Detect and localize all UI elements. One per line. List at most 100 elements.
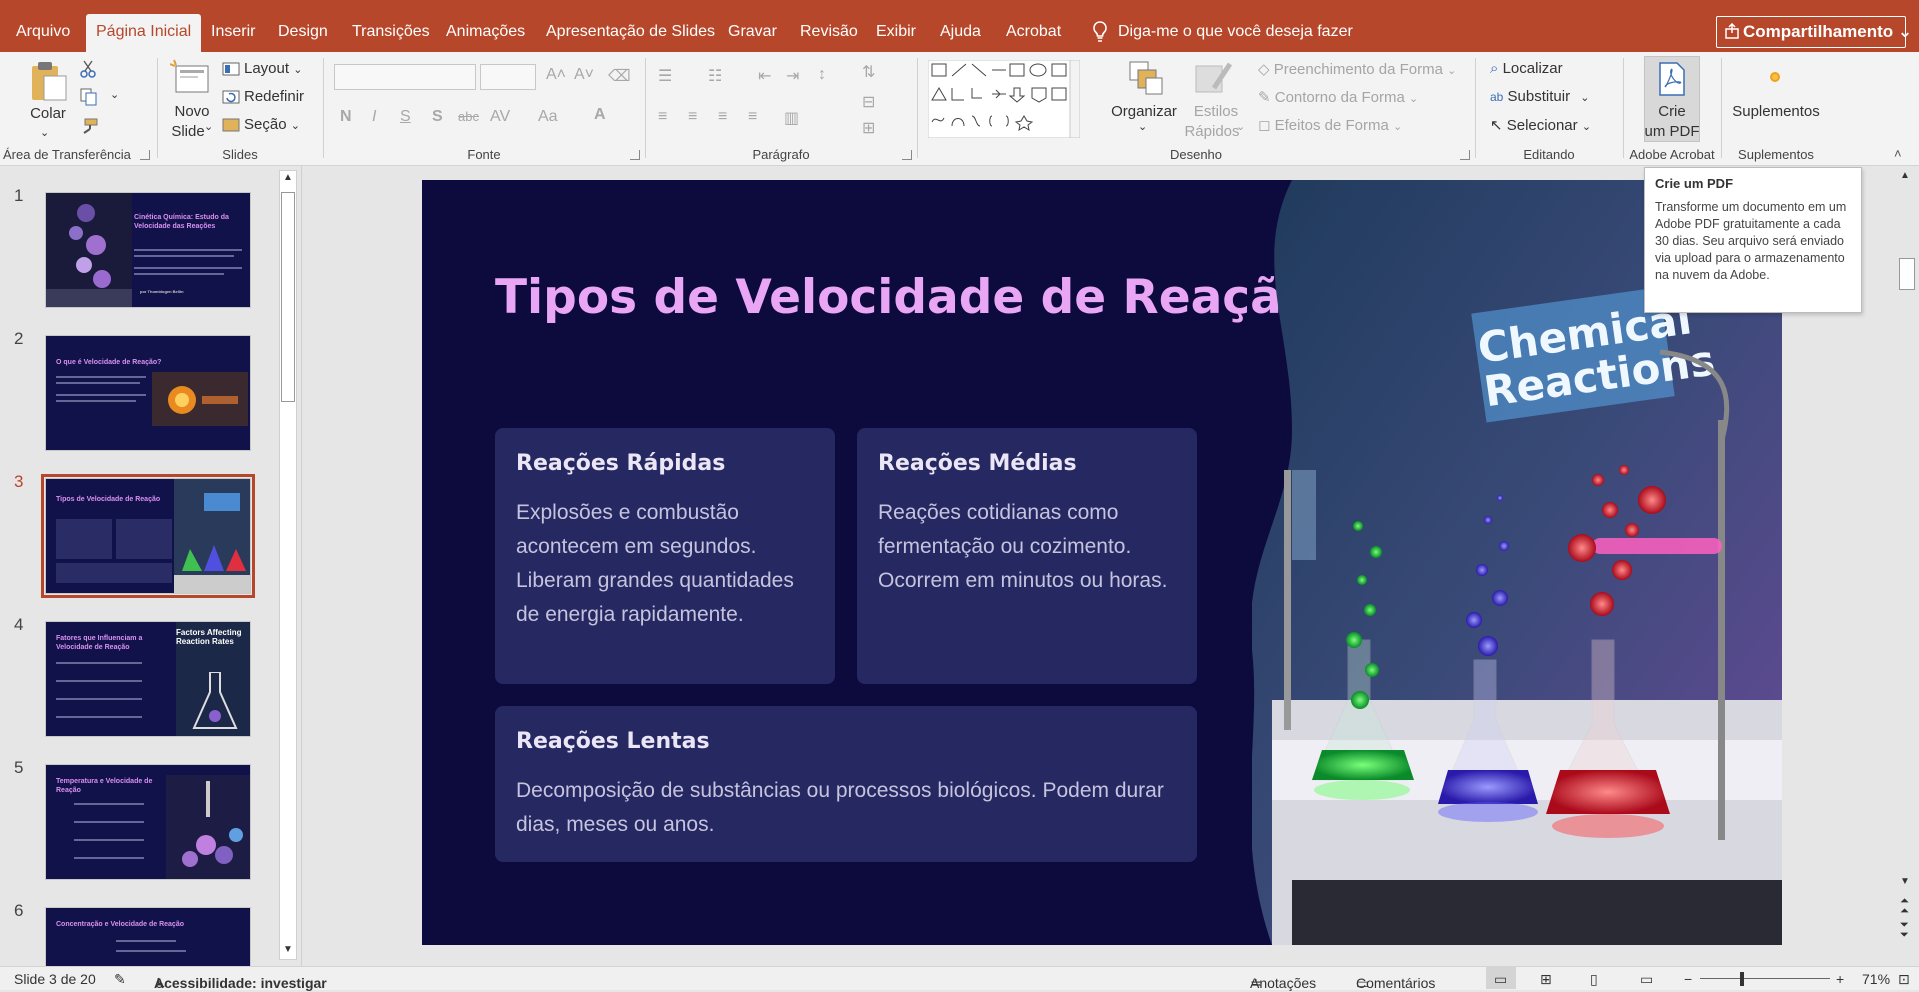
chevron-down-icon[interactable]: ⌄: [1236, 120, 1245, 133]
scroll-up-icon[interactable]: ▲: [283, 172, 293, 183]
next-slide-icon[interactable]: ⏷ ⏷: [1900, 920, 1909, 941]
spellcheck-icon[interactable]: ✎: [114, 971, 126, 988]
tab-arquivo[interactable]: Arquivo: [6, 16, 80, 52]
chevron-down-icon[interactable]: ⌄: [110, 88, 119, 101]
slide-sorter-icon[interactable]: ⊞: [1540, 971, 1552, 988]
text-direction-icon[interactable]: ⇅: [862, 62, 875, 82]
zoom-out-icon[interactable]: −: [1684, 971, 1692, 987]
chevron-down-icon[interactable]: ⌄: [1138, 120, 1147, 133]
clear-format-icon[interactable]: ⌫: [608, 66, 631, 86]
arrange-icon[interactable]: [1128, 60, 1164, 96]
underline-button[interactable]: S: [400, 108, 411, 126]
format-painter-icon[interactable]: [80, 118, 98, 134]
char-spacing-button[interactable]: AV: [490, 108, 510, 126]
strikethrough-button[interactable]: abc: [458, 109, 479, 124]
zoom-slider-thumb[interactable]: [1740, 972, 1744, 986]
paragraph-launcher[interactable]: [902, 150, 912, 160]
tab-exibir[interactable]: Exibir: [866, 16, 926, 52]
chevron-down-icon[interactable]: ⌄: [40, 126, 49, 139]
slide-canvas[interactable]: Tipos de Velocidade de Reação Reações Rá…: [422, 180, 1782, 945]
shadow-button[interactable]: S: [432, 108, 443, 126]
addins-button[interactable]: Suplementos: [1722, 102, 1830, 121]
chevron-down-icon[interactable]: ⌄: [204, 120, 213, 133]
tab-design[interactable]: Design: [268, 16, 338, 52]
font-family-select[interactable]: [334, 64, 476, 90]
italic-button[interactable]: I: [372, 108, 376, 126]
copy-icon[interactable]: [80, 88, 98, 106]
increase-font-icon[interactable]: A˄: [546, 66, 566, 84]
scroll-down-icon[interactable]: ▼: [283, 944, 293, 955]
addins-icon[interactable]: [1768, 70, 1782, 84]
scroll-up-icon[interactable]: ▲: [1900, 170, 1910, 181]
slideshow-icon[interactable]: ▭: [1640, 971, 1653, 988]
align-right-icon[interactable]: ≡: [718, 108, 727, 126]
tab-apresentacao[interactable]: Apresentação de Slides: [536, 16, 725, 52]
slide-title[interactable]: Tipos de Velocidade de Reação: [495, 270, 1314, 325]
smartart-icon[interactable]: ⊞: [862, 118, 875, 138]
justify-icon[interactable]: ≡: [748, 108, 757, 126]
font-size-select[interactable]: [480, 64, 536, 90]
shape-outline-button[interactable]: ✎ Contorno da Forma ⌄: [1258, 88, 1418, 106]
align-center-icon[interactable]: ≡: [688, 108, 697, 126]
font-launcher[interactable]: [630, 150, 640, 160]
new-slide-icon[interactable]: [170, 58, 210, 102]
cut-icon[interactable]: [80, 60, 96, 78]
tab-inserir[interactable]: Inserir: [201, 16, 265, 52]
share-button[interactable]: Compartilhamento ⌄: [1716, 16, 1912, 48]
reset-button[interactable]: Redefinir: [244, 88, 304, 105]
scroll-thumb[interactable]: [1899, 258, 1915, 290]
drawing-launcher[interactable]: [1460, 150, 1470, 160]
thumbnail-scrollbar[interactable]: ▲ ▼: [279, 170, 299, 960]
scroll-down-icon[interactable]: ▼: [1900, 876, 1910, 887]
section-button[interactable]: Seção ⌄: [244, 116, 300, 133]
bold-button[interactable]: N: [340, 108, 352, 126]
paste-icon[interactable]: [30, 60, 68, 102]
quick-styles-icon[interactable]: [1194, 60, 1234, 96]
slide-thumbnail-2[interactable]: O que é Velocidade de Reação?: [45, 335, 251, 451]
line-spacing-icon[interactable]: ↕: [818, 66, 826, 84]
slide-thumbnail-5[interactable]: Temperatura e Velocidade de Reação: [45, 764, 251, 880]
zoom-in-icon[interactable]: +: [1836, 971, 1844, 987]
slide-thumbnail-3[interactable]: Tipos de Velocidade de Reação: [41, 474, 255, 598]
slide-thumbnail-4[interactable]: Fatores que Influenciam a Velocidade de …: [45, 621, 251, 737]
align-text-icon[interactable]: ⊟: [862, 92, 875, 112]
tab-ajuda[interactable]: Ajuda: [930, 16, 991, 52]
decrease-font-icon[interactable]: A˅: [574, 66, 594, 84]
card-fast[interactable]: Reações Rápidas Explosões e combustão ac…: [495, 428, 835, 684]
shape-fill-button[interactable]: ◇ Preenchimento da Forma ⌄: [1258, 60, 1456, 78]
change-case-button[interactable]: Aa: [538, 108, 558, 126]
columns-icon[interactable]: ▥: [784, 108, 799, 128]
font-color-button[interactable]: A: [594, 106, 606, 124]
shape-effects-button[interactable]: ◻ Efeitos de Forma ⌄: [1258, 116, 1402, 134]
tab-revisao[interactable]: Revisão: [790, 16, 868, 52]
reading-view-icon[interactable]: ▯: [1590, 971, 1598, 988]
card-medium[interactable]: Reações Médias Reações cotidianas como f…: [857, 428, 1197, 684]
arrange-button[interactable]: Organizar: [1104, 102, 1184, 121]
scroll-thumb[interactable]: [281, 192, 295, 402]
tellme-search[interactable]: Diga-me o que você deseja fazer: [1092, 16, 1353, 48]
card-slow[interactable]: Reações Lentas Decomposição de substânci…: [495, 706, 1197, 862]
previous-slide-icon[interactable]: ⏶ ⏶: [1900, 896, 1909, 917]
tab-gravar[interactable]: Gravar: [718, 16, 787, 52]
slide-thumbnail-1[interactable]: Cinética Química: Estudo da Velocidade d…: [45, 192, 251, 308]
tab-animacoes[interactable]: Animações: [436, 16, 535, 52]
fit-slide-icon[interactable]: ⊡: [1898, 971, 1910, 988]
layout-button[interactable]: Layout ⌄: [244, 60, 302, 77]
zoom-level[interactable]: 71%: [1862, 971, 1890, 987]
slide-thumbnail-6[interactable]: Concentração e Velocidade de Reação: [45, 907, 251, 966]
bullets-icon[interactable]: ☰: [658, 66, 672, 86]
quick-styles-label-1[interactable]: Estilos: [1186, 102, 1246, 121]
increase-indent-icon[interactable]: ⇥: [786, 66, 799, 86]
tab-transicoes[interactable]: Transições: [342, 16, 440, 52]
quick-styles-label-2[interactable]: Rápidos: [1182, 122, 1242, 141]
paste-button[interactable]: Colar: [22, 104, 74, 123]
numbering-icon[interactable]: ☷: [708, 66, 722, 86]
zoom-slider-track[interactable]: [1700, 978, 1830, 979]
decrease-indent-icon[interactable]: ⇤: [758, 66, 771, 86]
shapes-gallery[interactable]: [928, 60, 1080, 138]
align-left-icon[interactable]: ≡: [658, 108, 667, 126]
tab-acrobat[interactable]: Acrobat: [996, 16, 1071, 52]
clipboard-launcher[interactable]: [140, 150, 150, 160]
collapse-ribbon-icon[interactable]: ˄: [1894, 146, 1902, 161]
find-button[interactable]: ⌕ Localizar: [1490, 60, 1563, 77]
